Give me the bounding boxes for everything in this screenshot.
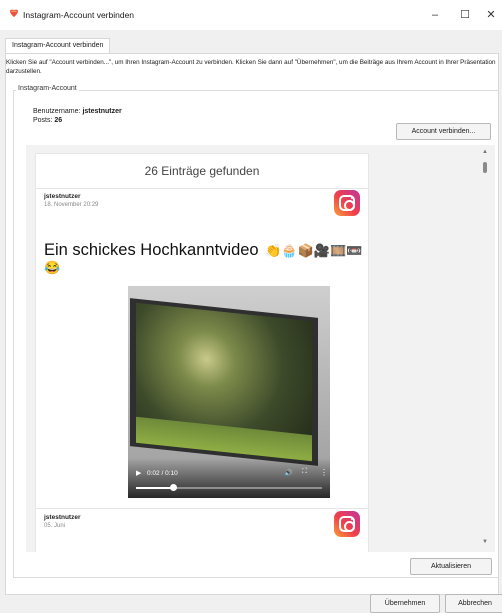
post-username[interactable]: jstestnutzer: [44, 193, 80, 200]
video-progress-fill: [136, 487, 174, 489]
scrollbar-thumb[interactable]: [483, 162, 487, 173]
feed-preview[interactable]: 26 Einträge gefunden jstestnutzer 18. No…: [26, 145, 495, 552]
apply-button[interactable]: Übernehmen: [370, 594, 440, 613]
maximize-button[interactable]: ☐: [454, 7, 476, 23]
play-icon[interactable]: ▶: [136, 469, 141, 477]
video-progress-bar[interactable]: [136, 484, 322, 491]
feed-count-header: 26 Einträge gefunden: [36, 154, 368, 189]
instructions-text: Klicken Sie auf "Account verbinden...", …: [6, 59, 496, 75]
app-icon: [10, 9, 18, 17]
more-options-icon[interactable]: ⋮: [320, 468, 328, 477]
video-player[interactable]: ▶ 0:02 / 0:10 🔊 ⛶ ⋮: [128, 286, 330, 498]
post-username[interactable]: jstestnutzer: [44, 514, 80, 521]
volume-icon[interactable]: 🔊: [284, 469, 293, 477]
cancel-button[interactable]: Abbrechen: [445, 594, 502, 613]
feed-card: 26 Einträge gefunden jstestnutzer 18. No…: [35, 153, 369, 552]
account-info: Benutzername: jstestnutzer Posts: 26: [33, 108, 122, 125]
video-controls: [128, 458, 330, 498]
fullscreen-icon[interactable]: ⛶: [302, 468, 307, 476]
username-value: jstestnutzer: [82, 108, 122, 115]
username-label: Benutzername:: [33, 108, 81, 115]
post-date: 05. Juni: [44, 523, 66, 529]
title-bar: Instagram-Account verbinden – ☐ ✕: [0, 0, 502, 30]
post-divider: [36, 508, 368, 509]
post-caption: Ein schickes Hochkanntvideo 👏🧁📦🎥🎞️📼: [44, 240, 362, 261]
scroll-up-icon[interactable]: ▲: [482, 149, 488, 155]
connect-account-button[interactable]: Account verbinden...: [396, 123, 491, 140]
scroll-down-icon[interactable]: ▼: [482, 539, 488, 545]
minimize-button[interactable]: –: [424, 7, 446, 23]
video-time: 0:02 / 0:10: [147, 470, 178, 477]
tab-instagram-account[interactable]: Instagram-Account verbinden: [5, 38, 111, 53]
posts-count: 26: [54, 116, 63, 124]
refresh-button[interactable]: Aktualisieren: [410, 558, 492, 575]
feed-scrollbar[interactable]: ▲ ▼: [478, 145, 492, 552]
posts-label: Posts:: [33, 116, 53, 124]
instagram-logo-icon[interactable]: [334, 190, 360, 216]
instagram-logo-icon[interactable]: [334, 511, 360, 537]
post-caption-text: Ein schickes Hochkanntvideo: [44, 241, 259, 259]
post-caption-emojis: 👏🧁📦🎥🎞️📼: [265, 242, 363, 258]
group-label: Instagram-Account: [16, 85, 79, 92]
post-date: 18. November 20:29: [44, 202, 99, 208]
post-caption-emojis-line2: 😂: [44, 260, 61, 275]
window-title: Instagram-Account verbinden: [23, 10, 135, 20]
close-button[interactable]: ✕: [480, 7, 502, 23]
